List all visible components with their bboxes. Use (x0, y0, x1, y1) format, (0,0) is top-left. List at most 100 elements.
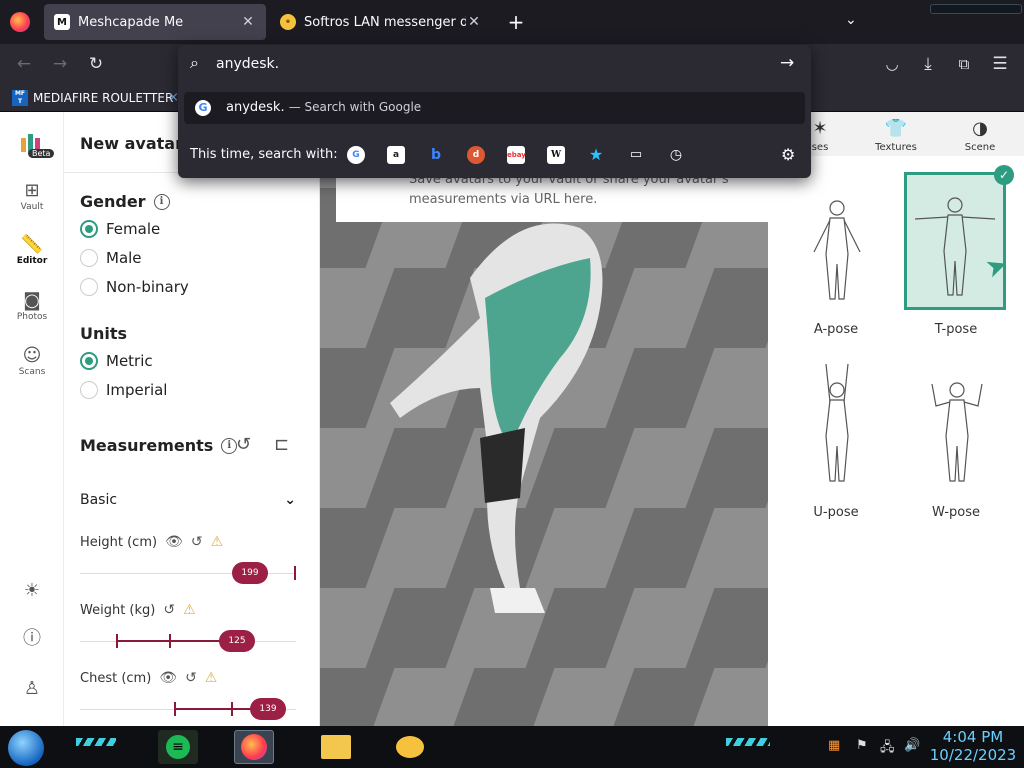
pose-card-u-pose[interactable] (786, 356, 888, 494)
bookmark-icon-partial[interactable]: ⨯ (168, 90, 179, 106)
gender-option-non-binary[interactable]: Non-binary (80, 278, 189, 296)
suggestion-action: — Search with Google (288, 100, 422, 114)
warning-icon: ⚠ (204, 670, 218, 686)
rail-item-vault[interactable]: ⊞ Vault (0, 180, 64, 212)
tab-textures[interactable]: 👕 Textures (864, 118, 928, 153)
pose-card-w-pose[interactable] (906, 356, 1008, 494)
forward-arrow-icon[interactable]: → (48, 52, 72, 76)
taskbar-app-file-explorer[interactable] (316, 730, 356, 764)
google-icon: G (195, 100, 211, 116)
decor-stripes (726, 738, 770, 746)
basic-accordion-header[interactable]: Basic ⌄ (80, 492, 296, 508)
meshcapade-logo[interactable]: Beta (18, 132, 55, 158)
rail-item-editor[interactable]: 📏 Editor (0, 234, 64, 266)
measure-mode-icon[interactable]: ⊏ (274, 434, 289, 455)
ebay-engine-icon[interactable]: ebay (507, 146, 526, 164)
account-button[interactable]: ♙ (0, 678, 64, 700)
units-option-metric[interactable]: Metric (80, 352, 153, 370)
info-icon[interactable]: i (221, 437, 238, 454)
reset-icon[interactable]: ↺ (185, 670, 197, 686)
pose-card-t-pose[interactable] (904, 172, 1006, 310)
go-arrow-icon[interactable]: → (780, 53, 794, 73)
measurement-height-label: Height (cm) 👁 ↺ ⚠ (80, 534, 223, 550)
tab-meshcapade[interactable]: M Meshcapade Me ✕ (44, 4, 266, 40)
help-button[interactable]: ⓘ (0, 628, 64, 650)
history-clock-icon[interactable]: ◷ (667, 146, 685, 164)
download-icon[interactable]: ⤓ (916, 52, 940, 76)
list-all-tabs-icon[interactable]: ⌄ (845, 12, 857, 28)
avatar-model (390, 223, 603, 613)
tray-flag-icon[interactable]: ⚑ (856, 738, 868, 753)
radio-unselected[interactable] (80, 249, 98, 267)
reset-icon[interactable]: ↺ (163, 602, 175, 618)
start-button[interactable] (8, 730, 44, 766)
warning-icon: ⚠ (210, 534, 224, 550)
extensions-icon[interactable]: ⧉ (952, 52, 976, 76)
tabs-icon[interactable]: ▭ (627, 146, 645, 164)
google-engine-icon[interactable]: G (347, 146, 365, 164)
avatar-3d-viewport[interactable] (320, 168, 768, 726)
taskbar-app-firefox[interactable] (234, 730, 274, 764)
bookmarks-star-icon[interactable]: ★ (587, 146, 605, 164)
pocket-icon[interactable]: ◡ (880, 52, 904, 76)
theme-toggle-button[interactable]: ☀ (0, 580, 64, 602)
section-label: Gender (80, 192, 146, 211)
eye-icon[interactable]: 👁 (165, 534, 183, 550)
radio-selected[interactable] (80, 220, 98, 238)
speech-bubble-favicon: • (280, 14, 296, 30)
shirt-icon: 👕 (884, 118, 908, 139)
reload-icon[interactable]: ↻ (84, 52, 108, 76)
measurement-weight-label: Weight (kg) ↺ ⚠ (80, 602, 196, 618)
radio-unselected[interactable] (80, 381, 98, 399)
editor-panel: New avatar Gender i Female Male Non-bina… (64, 112, 320, 726)
reset-icon[interactable]: ↺ (236, 434, 251, 455)
back-arrow-icon[interactable]: ← (12, 52, 36, 76)
bookmark-mediafire-rouletter[interactable]: MF T MEDIAFIRE ROULETTER (12, 88, 173, 108)
radio-selected[interactable] (80, 352, 98, 370)
units-option-imperial[interactable]: Imperial (80, 381, 167, 399)
duckduckgo-engine-icon[interactable]: d (467, 146, 485, 164)
close-tab-icon[interactable]: ✕ (240, 14, 256, 30)
option-label: Female (106, 220, 161, 238)
pose-label: T-pose (934, 322, 978, 337)
tab-scene[interactable]: ◑ Scene (948, 118, 1012, 153)
bing-engine-icon[interactable]: b (427, 146, 445, 164)
suggestion-text: anydesk. — Search with Google (226, 100, 421, 115)
search-suggestion-row[interactable]: G anydesk. — Search with Google (184, 92, 805, 124)
meshcapade-favicon: M (54, 14, 70, 30)
tray-network-icon[interactable]: 🖧 (880, 738, 895, 760)
taskbar-app-spreadsheet[interactable]: ≡ (158, 730, 198, 764)
wikipedia-engine-icon[interactable]: W (547, 146, 565, 164)
url-input[interactable]: anydesk. (216, 56, 279, 72)
new-tab-button[interactable]: + (506, 10, 526, 34)
gear-icon[interactable]: ⚙ (781, 145, 795, 164)
eye-icon[interactable]: 👁 (159, 670, 177, 686)
info-icon[interactable]: i (153, 193, 170, 210)
rail-item-scans[interactable]: ☺ Scans (0, 345, 64, 377)
gender-option-male[interactable]: Male (80, 249, 142, 267)
reset-icon[interactable]: ↺ (191, 534, 203, 550)
firefox-menu-icon[interactable] (10, 12, 30, 32)
gender-section-title: Gender i (80, 192, 170, 211)
height-slider-handle[interactable]: 199 (232, 562, 268, 584)
scene-icon: ◑ (972, 118, 988, 139)
hamburger-menu-icon[interactable]: ☰ (988, 52, 1012, 76)
poses-panel: ✶ ses 👕 Textures ◑ Scene A-pose ✓ ➤ T-po… (768, 112, 1024, 726)
selected-check-icon: ✓ (994, 165, 1014, 185)
weight-slider-handle[interactable]: 125 (219, 630, 255, 652)
amazon-engine-icon[interactable]: a (387, 146, 405, 164)
tab-strip: M Meshcapade Me ✕ • Softros LAN messenge… (0, 0, 1024, 44)
taskbar-clock[interactable]: 4:04 PM 10/22/2023 (928, 728, 1018, 764)
taskbar-app-softros[interactable] (390, 730, 430, 764)
chest-slider-handle[interactable]: 139 (250, 698, 286, 720)
tray-volume-icon[interactable]: 🔊 (904, 738, 920, 753)
rail-item-photos[interactable]: ◙ Photos (0, 290, 64, 322)
close-tab-icon[interactable]: ✕ (466, 14, 482, 30)
tray-app-icon[interactable]: ▦ (828, 738, 840, 753)
height-slider-max-tick (294, 566, 296, 580)
gender-option-female[interactable]: Female (80, 220, 160, 238)
tab-softros[interactable]: • Softros LAN messenger downl ✕ (270, 4, 492, 40)
pose-card-a-pose[interactable] (786, 174, 888, 312)
pose-label: W-pose (932, 505, 980, 520)
radio-unselected[interactable] (80, 278, 98, 296)
